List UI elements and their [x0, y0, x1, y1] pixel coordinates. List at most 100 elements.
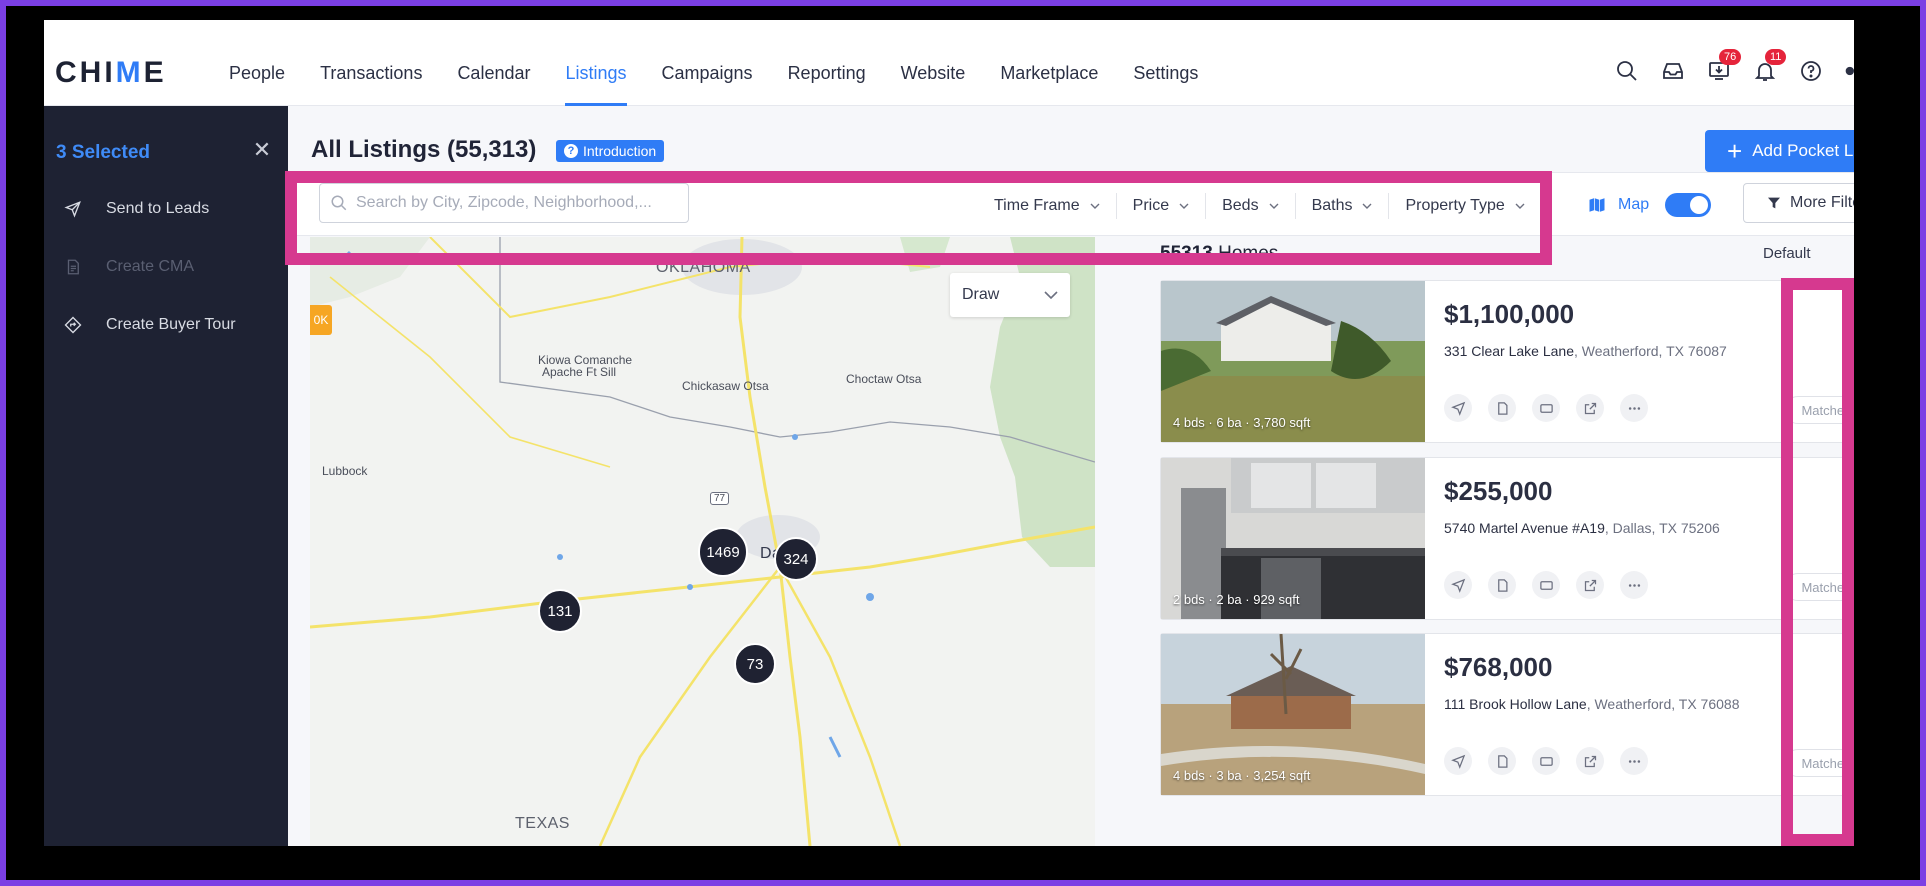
map-label-choctaw: Choctaw Otsa: [846, 372, 922, 386]
filter-dropdowns: Time Frame Price Beds Baths Property Typ…: [978, 193, 1541, 219]
map-switch[interactable]: [1665, 193, 1712, 217]
baths-label: Baths: [1311, 197, 1353, 214]
nav-website[interactable]: Website: [901, 63, 966, 106]
map-label-lubbock: Lubbock: [322, 464, 368, 478]
chevron-down-icon: [1179, 203, 1189, 209]
create-buyer-tour-button[interactable]: Create Buyer Tour: [64, 316, 236, 334]
nav-transactions[interactable]: Transactions: [320, 63, 422, 106]
send-icon[interactable]: [1444, 747, 1472, 775]
create-cma-button[interactable]: Create CMA: [64, 258, 194, 276]
listing-photo[interactable]: 2 bds · 2 ba · 929 sqft: [1161, 458, 1425, 619]
bell-icon[interactable]: 11: [1752, 49, 1787, 84]
draw-dropdown[interactable]: Draw: [950, 273, 1070, 317]
listing-address[interactable]: 331 Clear Lake Lane, Weatherford, TX 760…: [1444, 343, 1727, 359]
nav-reporting[interactable]: Reporting: [788, 63, 866, 106]
search-input[interactable]: [356, 194, 676, 212]
download-icon[interactable]: 76: [1706, 49, 1742, 84]
share-icon[interactable]: [1576, 394, 1604, 422]
matched-badge[interactable]: Matched0: [1784, 573, 1854, 601]
code-icon[interactable]: [1532, 747, 1560, 775]
send-to-leads-label: Send to Leads: [106, 200, 210, 217]
listing-address[interactable]: 111 Brook Hollow Lane, Weatherford, TX 7…: [1444, 696, 1739, 712]
document-icon: [67, 259, 79, 275]
route-icon: [64, 316, 82, 334]
listing-card[interactable]: 2 bds · 2 ba · 929 sqft $255,000 5740 Ma…: [1160, 457, 1854, 620]
nav-marketplace[interactable]: Marketplace: [1000, 63, 1098, 106]
matched-badge[interactable]: Matched0: [1784, 749, 1854, 777]
close-icon[interactable]: ✕: [252, 139, 272, 161]
map-cluster[interactable]: 73: [734, 643, 776, 685]
property-type-filter[interactable]: Property Type: [1389, 193, 1540, 219]
matched-badge[interactable]: Matched0: [1784, 396, 1854, 424]
nav-listings[interactable]: Listings: [565, 63, 627, 106]
search-icon[interactable]: [1614, 58, 1640, 84]
main-nav: People Transactions Calendar Listings Ca…: [229, 63, 1233, 106]
listing-checkbox[interactable]: [1847, 303, 1854, 319]
plus-icon: +: [1727, 136, 1743, 166]
listing-checkbox[interactable]: [1847, 656, 1854, 672]
nav-settings[interactable]: Settings: [1133, 63, 1198, 106]
search-box: [319, 183, 689, 223]
create-cma-label: Create CMA: [106, 258, 195, 275]
add-pocket-listing-button[interactable]: + Add Pocket Listing: [1705, 130, 1854, 172]
nav-calendar[interactable]: Calendar: [457, 63, 530, 106]
help-icon[interactable]: [1798, 58, 1824, 84]
sort-dropdown[interactable]: Default: [1763, 245, 1811, 262]
property-type-label: Property Type: [1405, 197, 1505, 214]
top-navigation: CHIME People Transactions Calendar Listi…: [44, 20, 1854, 106]
chevron-down-icon: [1515, 203, 1525, 209]
document-icon[interactable]: [1488, 747, 1516, 775]
document-icon[interactable]: [1488, 571, 1516, 599]
chevron-down-icon: [1044, 291, 1058, 300]
more-filters-button[interactable]: More Filters: [1743, 183, 1854, 223]
chime-logo[interactable]: CHIME: [55, 56, 167, 90]
app-window: CHIME People Transactions Calendar Listi…: [44, 20, 1854, 846]
share-icon[interactable]: [1576, 571, 1604, 599]
send-icon[interactable]: [1444, 571, 1472, 599]
introduction-label: Introduction: [583, 143, 657, 159]
map-label-oklahoma: OKLAHOMA: [656, 259, 751, 276]
map-cluster[interactable]: 1469: [698, 527, 748, 577]
map-cluster[interactable]: 131: [538, 589, 582, 633]
more-icon[interactable]: [1620, 394, 1648, 422]
listing-street: 331 Clear Lake Lane: [1444, 343, 1574, 359]
map-cluster[interactable]: 324: [774, 537, 818, 581]
check-icon: [1850, 663, 1854, 669]
send-to-leads-button[interactable]: Send to Leads: [64, 200, 209, 218]
nav-campaigns[interactable]: Campaigns: [662, 63, 753, 106]
matched-label: Matched: [1801, 402, 1852, 418]
chevron-down-icon: [1090, 203, 1100, 209]
more-icon[interactable]: [1620, 571, 1648, 599]
share-icon[interactable]: [1576, 747, 1604, 775]
beds-label: Beds: [1222, 197, 1259, 214]
listing-card[interactable]: 4 bds · 3 ba · 3,254 sqft $768,000 111 B…: [1160, 633, 1854, 796]
document-icon[interactable]: [1488, 394, 1516, 422]
code-icon[interactable]: [1532, 571, 1560, 599]
send-icon[interactable]: [1444, 394, 1472, 422]
map-toggle[interactable]: Map: [1588, 193, 1712, 217]
listing-checkbox[interactable]: [1847, 480, 1854, 496]
listing-city: , Dallas, TX 75206: [1604, 520, 1720, 536]
listing-photo[interactable]: 4 bds · 3 ba · 3,254 sqft: [1161, 634, 1425, 795]
avatar[interactable]: [1844, 58, 1854, 84]
listing-price: $255,000: [1444, 476, 1553, 506]
price-filter[interactable]: Price: [1117, 193, 1207, 219]
more-icon[interactable]: [1620, 747, 1648, 775]
listings-map[interactable]: 0K OKLAHOMA Creek Otsa Kiowa Comanche Ap…: [310, 237, 1095, 846]
listing-actions: [1444, 571, 1664, 599]
selection-sidebar: 3 Selected ✕ Send to Leads Create CMA Cr…: [44, 106, 288, 846]
code-icon[interactable]: [1532, 394, 1560, 422]
inbox-icon[interactable]: [1660, 58, 1686, 84]
nav-people[interactable]: People: [229, 63, 285, 106]
map-toggle-label: Map: [1618, 196, 1650, 213]
homes-count: 55313 Homes: [1160, 243, 1278, 265]
time-frame-filter[interactable]: Time Frame: [978, 193, 1117, 219]
nav-icon-group: 76 11: [1614, 49, 1854, 84]
beds-filter[interactable]: Beds: [1206, 193, 1296, 219]
listing-card[interactable]: 4 bds · 6 ba · 3,780 sqft $1,100,000 331…: [1160, 280, 1854, 443]
listing-address[interactable]: 5740 Martel Avenue #A19, Dallas, TX 7520…: [1444, 520, 1720, 536]
introduction-button[interactable]: ? Introduction: [556, 140, 665, 162]
listing-photo[interactable]: 4 bds · 6 ba · 3,780 sqft: [1161, 281, 1425, 442]
map-price-chip[interactable]: 0K: [310, 305, 332, 335]
baths-filter[interactable]: Baths: [1296, 193, 1390, 219]
